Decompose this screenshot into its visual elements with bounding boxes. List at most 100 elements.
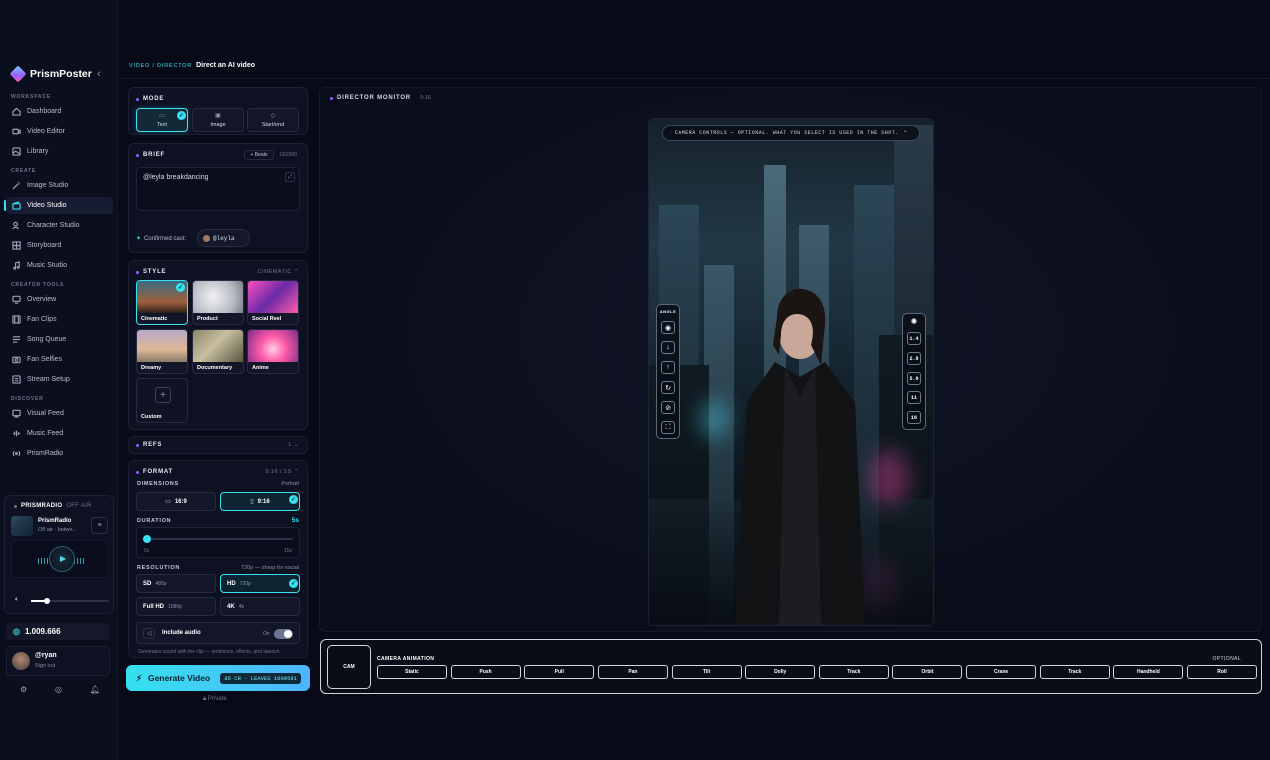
sidebar-item-song-queue[interactable]: Song Queue bbox=[6, 331, 113, 348]
move-static-button[interactable]: Static bbox=[377, 665, 447, 679]
duration-label: DURATION bbox=[137, 518, 172, 524]
monitor-ratio: 9:16 bbox=[420, 95, 431, 101]
mode-startend-button[interactable]: ◇ Start/end bbox=[247, 108, 299, 132]
angle-low-button[interactable]: ↓ bbox=[661, 341, 675, 354]
sidebar-item-fan-clips[interactable]: Fan Clips bbox=[6, 311, 113, 328]
radio-station-name: PrismRadio bbox=[38, 518, 72, 524]
generate-video-button[interactable]: ⚡︎ Generate Video 85 CR · LEAVES 1009581 bbox=[126, 665, 310, 691]
user-card[interactable]: @ryan Sign out bbox=[6, 646, 110, 676]
settings-icon[interactable]: ⚙ bbox=[20, 685, 27, 694]
aperture-2-8-button[interactable]: 2.8 bbox=[907, 352, 921, 365]
audio-hint: Generates sound with the clip — ambience… bbox=[138, 649, 281, 655]
sidebar-item-video-editor[interactable]: Video Editor bbox=[6, 123, 113, 140]
sign-out-link[interactable]: Sign out bbox=[35, 663, 55, 669]
sidebar-item-stream-setup[interactable]: Stream Setup bbox=[6, 371, 113, 388]
move-roll-button[interactable]: Roll bbox=[1187, 665, 1257, 679]
camera-controls-toggle[interactable]: CAMERA CONTROLS — OPTIONAL. WHAT YOU SEL… bbox=[662, 125, 920, 141]
dimension-16-9[interactable]: ▭ 16:9 bbox=[136, 492, 216, 511]
expand-icon[interactable]: ⤢ bbox=[285, 172, 295, 182]
style-product[interactable]: Product bbox=[192, 280, 244, 325]
style-custom[interactable]: + Custom bbox=[136, 378, 188, 423]
slider-knob[interactable] bbox=[143, 535, 151, 543]
refs-count: 1 ⌄ bbox=[288, 442, 299, 448]
aperture-5-6-button[interactable]: 5.6 bbox=[907, 372, 921, 385]
landscape-icon: ▭ bbox=[165, 499, 171, 505]
sidebar-item-music-studio[interactable]: Music Studio bbox=[6, 257, 113, 274]
sidebar-item-library[interactable]: Library bbox=[6, 143, 113, 160]
style-cinematic[interactable]: Cinematic ✓ bbox=[136, 280, 188, 325]
move-tilt-button[interactable]: Tilt bbox=[671, 665, 742, 679]
resolution-4k[interactable]: 4K 4k bbox=[220, 597, 300, 616]
aperture-11-button[interactable]: 11 bbox=[907, 391, 921, 404]
dimension-9-16[interactable]: ▯ 9:16 ✓ bbox=[220, 492, 300, 511]
radio-queue-button[interactable]: ≡ bbox=[91, 517, 108, 534]
sidebar-item-visual-feed[interactable]: Visual Feed bbox=[6, 405, 113, 422]
format-summary[interactable]: 9:16 / 5S ⌃ bbox=[265, 469, 299, 475]
angle-eye-level-button[interactable]: ◉ bbox=[661, 321, 675, 334]
style-current[interactable]: CINEMATIC ⌃ bbox=[258, 269, 299, 275]
sidebar-item-video-studio[interactable]: Video Studio bbox=[4, 197, 113, 214]
aperture-1-4-button[interactable]: 1.4 bbox=[907, 332, 921, 345]
layers-icon: ◇ bbox=[270, 113, 276, 119]
app-name: PrismPoster bbox=[30, 68, 92, 80]
move-crane-button[interactable]: Crane bbox=[966, 665, 1037, 679]
brief-panel: BRIEF + Beats 13/2000 @leyla breakdancin… bbox=[128, 143, 308, 253]
angle-closeup-button[interactable]: ⛶ bbox=[661, 421, 675, 434]
move-orbit-button[interactable]: Orbit bbox=[892, 665, 963, 679]
style-documentary[interactable]: Documentary bbox=[192, 329, 244, 374]
angle-overhead-button[interactable]: ⊘ bbox=[661, 401, 675, 414]
resolution-sd[interactable]: SD 480p bbox=[136, 574, 216, 593]
volume-knob[interactable] bbox=[44, 598, 51, 604]
add-beats-button[interactable]: + Beats bbox=[244, 150, 274, 160]
bell-icon[interactable]: 🔔︎ bbox=[90, 685, 100, 694]
mode-image-button[interactable]: ▣ Image bbox=[192, 108, 244, 132]
move-dolly-button[interactable]: Dolly bbox=[745, 665, 816, 679]
angle-high-button[interactable]: ↑ bbox=[661, 361, 675, 374]
move-push-button[interactable]: Push bbox=[450, 665, 521, 679]
brief-input[interactable]: @leyla breakdancing ⤢ bbox=[136, 167, 300, 211]
collapse-sidebar-icon[interactable]: ‹ bbox=[97, 68, 101, 80]
cam-button[interactable]: CAM bbox=[327, 645, 371, 689]
focus-icon: ⛶ bbox=[665, 423, 671, 431]
cast-chip[interactable]: @leyla bbox=[197, 229, 250, 247]
play-button[interactable]: ▶ bbox=[49, 546, 75, 572]
radio-visualizer[interactable]: ▶ bbox=[11, 540, 108, 578]
sidebar-item-storyboard[interactable]: Storyboard bbox=[6, 237, 113, 254]
sidebar-item-fan-selfies[interactable]: Fan Selfies bbox=[6, 351, 113, 368]
style-social-reel[interactable]: Social Reel bbox=[247, 280, 299, 325]
grid-icon bbox=[12, 241, 21, 250]
privacy-toggle[interactable]: 🔒︎ Private bbox=[203, 696, 227, 703]
panel-title: BRIEF bbox=[136, 152, 165, 158]
style-thumbnail bbox=[193, 281, 243, 313]
sidebar-item-image-studio[interactable]: Image Studio bbox=[6, 177, 113, 194]
help-icon[interactable]: ◎ bbox=[55, 685, 62, 694]
plus-icon: + bbox=[155, 387, 171, 403]
style-anime[interactable]: Anime bbox=[247, 329, 299, 374]
move-track-button[interactable]: Track bbox=[818, 665, 889, 679]
arrow-up-icon: ↑ bbox=[666, 364, 670, 371]
style-dreamy[interactable]: Dreamy bbox=[136, 329, 188, 374]
aperture-16-button[interactable]: 16 bbox=[907, 411, 921, 424]
angle-toolbar: ANGLE ◉ ↓ ↑ ↻ ⊘ ⛶ bbox=[656, 304, 680, 439]
move-handheld-button[interactable]: Handheld bbox=[1113, 665, 1184, 679]
sidebar-item-dashboard[interactable]: Dashboard bbox=[6, 103, 113, 120]
duration-slider[interactable]: 5s 15s bbox=[136, 527, 300, 558]
sidebar-item-music-feed[interactable]: Music Feed bbox=[6, 425, 113, 442]
move-pan-button[interactable]: Pan bbox=[597, 665, 668, 679]
move-pull-button[interactable]: Pull bbox=[524, 665, 595, 679]
app-logo[interactable]: PrismPoster bbox=[9, 65, 92, 83]
volume-slider[interactable] bbox=[31, 598, 109, 604]
resolution-hd[interactable]: HD 720p ✓ bbox=[220, 574, 300, 593]
move-track-2-button[interactable]: Track bbox=[1039, 665, 1110, 679]
prism-logo-icon bbox=[9, 65, 27, 83]
resolution-fullhd[interactable]: Full HD 1080p bbox=[136, 597, 216, 616]
mode-text-button[interactable]: ▭ Text ✓ bbox=[136, 108, 188, 132]
refs-panel[interactable]: REFS 1 ⌄ bbox=[128, 436, 308, 454]
audio-toggle[interactable] bbox=[274, 629, 293, 639]
include-audio-row[interactable]: ◁ Include audio On bbox=[136, 622, 300, 644]
credits-balance[interactable]: ◎ 1.009.666 bbox=[6, 623, 110, 640]
angle-dutch-button[interactable]: ↻ bbox=[661, 381, 675, 394]
sidebar-item-character-studio[interactable]: Character Studio bbox=[6, 217, 113, 234]
sidebar-item-prismradio[interactable]: PrismRadio bbox=[6, 445, 113, 462]
sidebar-item-overview[interactable]: Overview bbox=[6, 291, 113, 308]
